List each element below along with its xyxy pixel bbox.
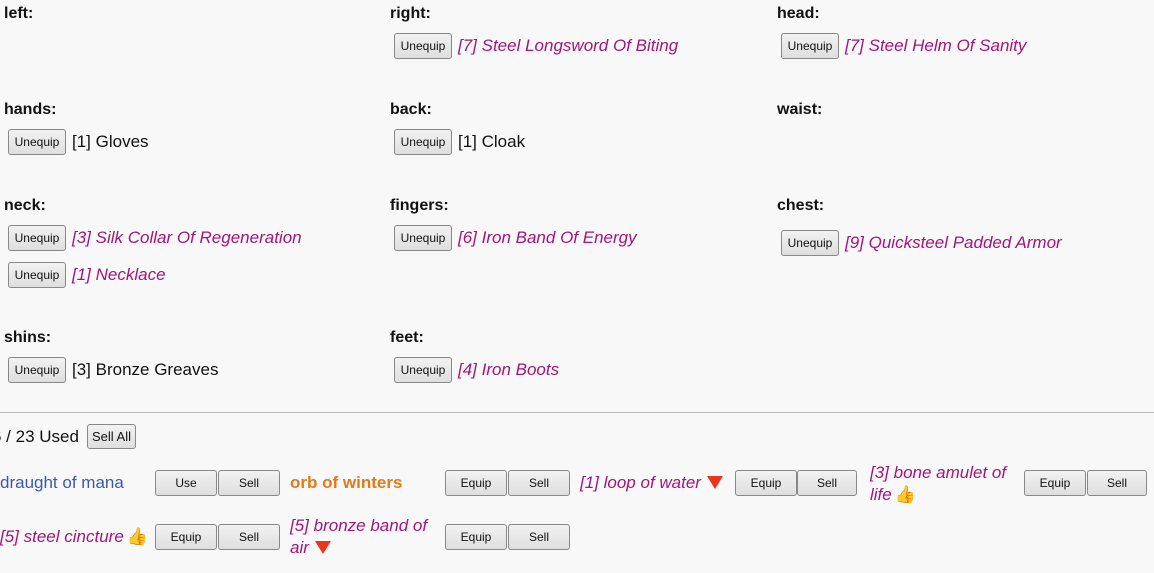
inventory-item: orb of winters xyxy=(290,470,440,496)
inventory-item: [5] steel cincture 👍 xyxy=(0,524,150,550)
unequip-button[interactable]: Unequip xyxy=(394,33,452,59)
unequip-button[interactable]: Unequip xyxy=(394,129,452,155)
sell-all-button[interactable]: Sell All xyxy=(86,424,136,449)
section-divider xyxy=(0,412,1154,413)
inventory-item: [1] loop of water xyxy=(580,470,735,496)
unequip-button[interactable]: Unequip xyxy=(394,357,452,383)
slot-feet: feet: Unequip [4] Iron Boots xyxy=(390,328,559,383)
item-name: [3] Bronze Greaves xyxy=(72,360,219,379)
equipped-item: Unequip [1] Cloak xyxy=(394,129,525,155)
item-name: [5] steel cincture xyxy=(0,527,124,546)
unequip-button[interactable]: Unequip xyxy=(8,129,66,155)
item-name: [9] Quicksteel Padded Armor xyxy=(845,233,1062,252)
sell-button[interactable]: Sell xyxy=(797,470,857,496)
slot-label: right: xyxy=(390,5,431,22)
sell-button[interactable]: Sell xyxy=(218,524,280,550)
item-name: [1] loop of water xyxy=(580,473,701,492)
unequip-button[interactable]: Unequip xyxy=(8,225,66,251)
equipped-item: Unequip [4] Iron Boots xyxy=(394,357,559,383)
slot-head: head: Unequip [7] Steel Helm Of Sanity xyxy=(777,4,1026,59)
equipped-item: Unequip [1] Necklace xyxy=(8,262,302,288)
slot-chest: chest: Unequip [9] Quicksteel Padded Arm… xyxy=(777,196,1062,256)
item-name: [7] Steel Longsword Of Biting xyxy=(458,36,679,55)
equipped-item: Unequip [6] Iron Band Of Energy xyxy=(394,225,637,251)
slot-fingers: fingers: Unequip [6] Iron Band Of Energy xyxy=(390,196,637,251)
item-name-line: [3] bone amulet of xyxy=(870,463,1007,482)
slot-shins: shins: Unequip [3] Bronze Greaves xyxy=(4,328,218,383)
slot-left: left: xyxy=(4,4,33,24)
slot-hands: hands: Unequip [1] Gloves xyxy=(4,100,149,155)
equipped-item: Unequip [9] Quicksteel Padded Armor xyxy=(781,230,1062,256)
sell-button[interactable]: Sell xyxy=(1087,470,1147,496)
slot-right: right: Unequip [7] Steel Longsword Of Bi… xyxy=(390,4,678,59)
equip-button[interactable]: Equip xyxy=(155,524,217,550)
item-name: [1] Necklace xyxy=(72,265,166,284)
equipped-item: Unequip [1] Gloves xyxy=(8,129,149,155)
slot-label: left: xyxy=(4,5,34,22)
item-name: [1] Cloak xyxy=(458,132,526,151)
item-name: orb of winters xyxy=(290,473,403,492)
sell-button[interactable]: Sell xyxy=(508,524,570,550)
slot-label: fingers: xyxy=(390,197,449,214)
item-name-line: [5] bronze band of xyxy=(290,516,428,535)
item-name: [3] Silk Collar Of Regeneration xyxy=(72,228,302,247)
equipped-item: Unequip [3] Silk Collar Of Regeneration xyxy=(8,225,302,251)
slot-label: head: xyxy=(777,5,820,22)
equipped-item: Unequip [7] Steel Helm Of Sanity xyxy=(781,33,1026,59)
inventory-item: draught of mana xyxy=(0,470,150,496)
item-name: [6] Iron Band Of Energy xyxy=(458,228,637,247)
equip-button[interactable]: Equip xyxy=(445,524,507,550)
item-name: [1] Gloves xyxy=(72,132,149,151)
thumbs-up-icon: 👍 xyxy=(126,527,148,546)
equip-button[interactable]: Equip xyxy=(1024,470,1086,496)
equipped-item: Unequip [7] Steel Longsword Of Biting xyxy=(394,33,678,59)
item-name: draught of mana xyxy=(0,473,124,492)
equip-button[interactable]: Equip xyxy=(735,470,797,496)
slot-label: feet: xyxy=(390,329,424,346)
slot-label: hands: xyxy=(4,101,57,118)
item-name-line: life xyxy=(870,485,892,504)
inventory-item: [3] bone amulet of life 👍 xyxy=(870,462,1020,506)
inventory-item: [5] bronze band of air xyxy=(290,515,440,559)
slot-label: neck: xyxy=(4,197,46,214)
slot-label: chest: xyxy=(777,197,825,214)
unequip-button[interactable]: Unequip xyxy=(781,230,839,256)
unequip-button[interactable]: Unequip xyxy=(394,225,452,251)
item-name: [7] Steel Helm Of Sanity xyxy=(845,36,1027,55)
unequip-button[interactable]: Unequip xyxy=(8,262,66,288)
thumbs-up-icon: 👍 xyxy=(894,485,916,504)
sell-button[interactable]: Sell xyxy=(218,470,280,496)
slot-label: waist: xyxy=(777,101,823,118)
inventory-used-count: 6 / 23 Used xyxy=(0,426,79,446)
equipped-item: Unequip [3] Bronze Greaves xyxy=(8,357,218,383)
down-triangle-icon xyxy=(706,476,723,490)
slot-label: shins: xyxy=(4,329,52,346)
slot-neck: neck: Unequip [3] Silk Collar Of Regener… xyxy=(4,196,302,288)
sell-button[interactable]: Sell xyxy=(508,470,570,496)
down-triangle-icon xyxy=(314,541,331,555)
inventory-header: 6 / 23 Used Sell All xyxy=(0,424,136,449)
item-name: [4] Iron Boots xyxy=(458,360,560,379)
unequip-button[interactable]: Unequip xyxy=(8,357,66,383)
slot-back: back: Unequip [1] Cloak xyxy=(390,100,525,155)
item-name-line: air xyxy=(290,538,309,557)
slot-waist: waist: xyxy=(777,100,822,120)
unequip-button[interactable]: Unequip xyxy=(781,33,839,59)
equip-button[interactable]: Equip xyxy=(445,470,507,496)
slot-label: back: xyxy=(390,101,432,118)
use-button[interactable]: Use xyxy=(155,470,217,496)
